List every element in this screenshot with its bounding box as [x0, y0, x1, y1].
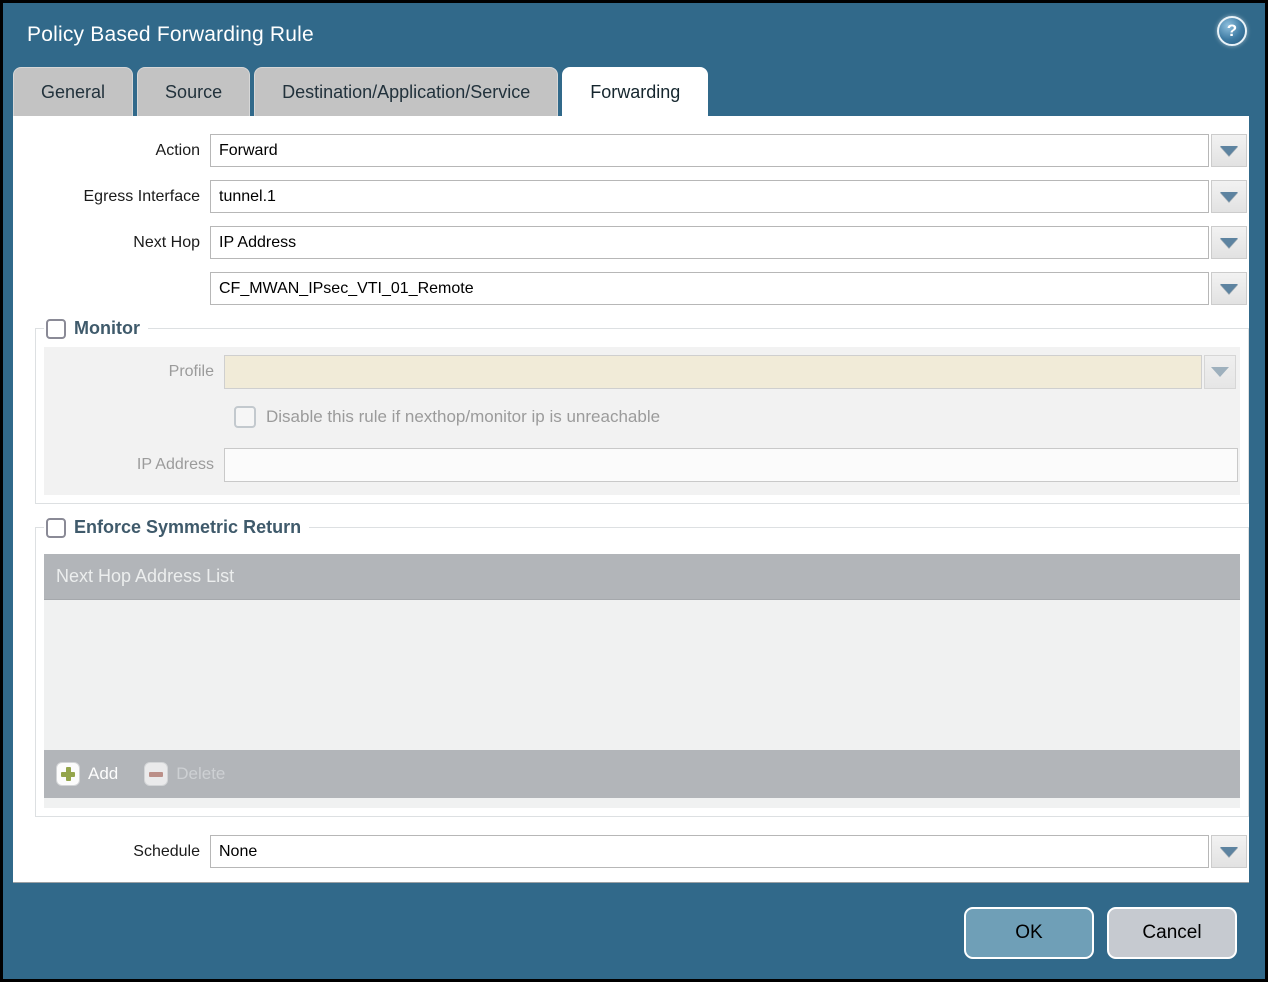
schedule-row: Schedule None [13, 835, 1249, 868]
profile-select [224, 355, 1202, 389]
next-hop-dropdown-button[interactable] [1211, 226, 1247, 259]
symmetric-return-legend-label: Enforce Symmetric Return [74, 517, 302, 537]
monitor-ip-row: IP Address [44, 448, 1240, 482]
symmetric-return-group: Enforce Symmetric Return Next Hop Addres… [35, 517, 1249, 817]
schedule-label: Schedule [133, 842, 200, 860]
egress-interface-row: Egress Interface tunnel.1 [13, 180, 1249, 213]
schedule-select[interactable]: None [210, 835, 1209, 868]
next-hop-address-value: CF_MWAN_IPsec_VTI_01_Remote [219, 279, 474, 297]
dialog-title: Policy Based Forwarding Rule [27, 23, 314, 46]
next-hop-address-list-body[interactable] [44, 600, 1240, 750]
monitor-group: Monitor Profile Disable this rule if nex… [35, 318, 1249, 504]
cancel-button[interactable]: Cancel [1107, 907, 1237, 959]
egress-interface-select[interactable]: tunnel.1 [210, 180, 1209, 213]
monitor-body: Profile Disable this rule if nexthop/mon… [44, 347, 1240, 495]
egress-interface-label: Egress Interface [83, 187, 201, 205]
dialog-footer: OK Cancel [3, 883, 1265, 978]
chevron-down-icon [1220, 283, 1238, 294]
delete-button-label: Delete [176, 764, 226, 783]
help-glyph: ? [1226, 21, 1238, 40]
chevron-down-icon [1220, 191, 1238, 202]
add-plus-icon [56, 762, 80, 786]
chevron-down-icon [1211, 367, 1229, 377]
tab-forwarding-label: Forwarding [590, 81, 681, 102]
next-hop-address-list-header: Next Hop Address List [44, 554, 1240, 600]
profile-dropdown-button [1204, 355, 1236, 389]
profile-row: Profile [44, 355, 1240, 389]
monitor-ip-label: IP Address [136, 456, 214, 473]
forwarding-tab-panel: Action Forward Egress Interface tunnel.1 [13, 116, 1249, 883]
delete-button: Delete [144, 762, 225, 786]
next-hop-value: IP Address [219, 233, 297, 251]
action-label: Action [155, 141, 200, 159]
next-hop-address-select[interactable]: CF_MWAN_IPsec_VTI_01_Remote [210, 272, 1209, 305]
symmetric-return-checkbox[interactable] [46, 517, 66, 538]
tab-bar: General Source Destination/Application/S… [3, 67, 1265, 116]
monitor-legend-label: Monitor [74, 318, 140, 338]
disable-rule-label: Disable this rule if nexthop/monitor ip … [266, 407, 661, 426]
table-bottom-strip [44, 798, 1240, 808]
tab-general[interactable]: General [13, 67, 134, 116]
next-hop-label: Next Hop [133, 233, 200, 251]
add-button[interactable]: Add [56, 762, 118, 786]
symmetric-return-legend: Enforce Symmetric Return [44, 517, 309, 538]
delete-minus-icon [144, 762, 169, 786]
ok-button[interactable]: OK [964, 907, 1094, 959]
next-hop-address-list-title: Next Hop Address List [56, 566, 235, 586]
next-hop-address-row: CF_MWAN_IPsec_VTI_01_Remote [13, 272, 1249, 305]
next-hop-address-dropdown-button[interactable] [1211, 272, 1247, 305]
profile-label: Profile [168, 363, 214, 380]
schedule-value: None [219, 842, 258, 860]
tab-forwarding[interactable]: Forwarding [562, 67, 709, 116]
monitor-ip-input [224, 448, 1238, 482]
chevron-down-icon [1220, 237, 1238, 248]
disable-rule-checkbox [234, 406, 256, 428]
tab-destination-application-service[interactable]: Destination/Application/Service [254, 67, 559, 116]
next-hop-select[interactable]: IP Address [210, 226, 1209, 259]
next-hop-row: Next Hop IP Address [13, 226, 1249, 259]
tab-source[interactable]: Source [137, 67, 251, 116]
action-row: Action Forward [13, 134, 1249, 167]
disable-rule-row: Disable this rule if nexthop/monitor ip … [234, 403, 1240, 431]
schedule-dropdown-button[interactable] [1211, 835, 1247, 868]
next-hop-address-list-panel: Next Hop Address List Add Delete [44, 554, 1240, 808]
action-value: Forward [219, 141, 278, 159]
egress-interface-value: tunnel.1 [219, 187, 276, 205]
egress-interface-dropdown-button[interactable] [1211, 180, 1247, 213]
monitor-checkbox[interactable] [46, 318, 66, 339]
monitor-legend: Monitor [44, 318, 148, 339]
add-button-label: Add [88, 764, 119, 783]
next-hop-address-list-toolbar: Add Delete [44, 750, 1240, 798]
action-select[interactable]: Forward [210, 134, 1209, 167]
chevron-down-icon [1220, 846, 1238, 857]
chevron-down-icon [1220, 145, 1238, 156]
tab-source-label: Source [165, 81, 223, 102]
tab-general-label: General [41, 81, 106, 102]
help-icon[interactable]: ? [1217, 16, 1247, 46]
policy-forwarding-dialog: Policy Based Forwarding Rule ? General S… [0, 0, 1268, 982]
dialog-titlebar: Policy Based Forwarding Rule ? [3, 3, 1265, 67]
tab-destination-label: Destination/Application/Service [282, 81, 531, 102]
action-dropdown-button[interactable] [1211, 134, 1247, 167]
